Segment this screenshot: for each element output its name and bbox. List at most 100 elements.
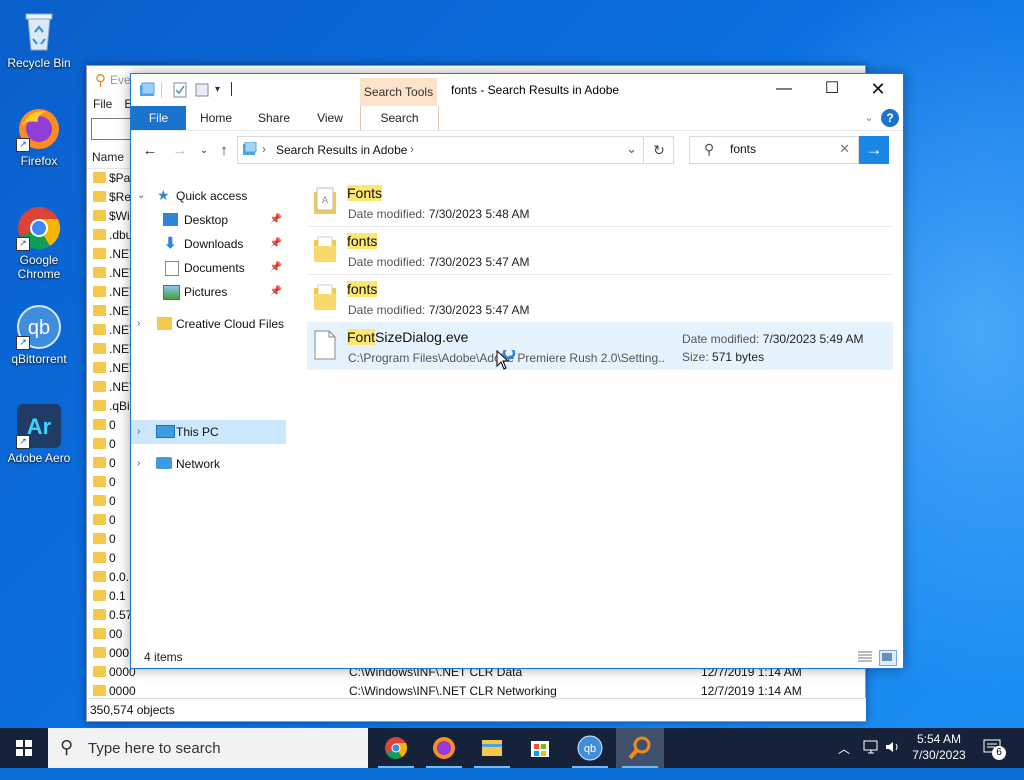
row-name: 0.1 [109,589,126,603]
refresh-button[interactable]: ↻ [645,136,674,164]
taskbar: ⚲ Type here to search qb ︿ 5:54 AM 7/30/… [0,728,1024,768]
network-tray-icon[interactable] [862,739,880,755]
clock-time: 5:54 AM [916,732,962,746]
desktop-icon-qbittorrent[interactable]: qb ↗ qBittorrent [1,304,77,366]
tab-home[interactable]: Home [193,106,239,130]
desktop-icon-recycle-bin[interactable]: Recycle Bin [1,8,77,70]
folder-icon [93,647,106,658]
maximize-button[interactable]: ☐ [809,74,855,104]
back-button[interactable]: ← [139,141,161,161]
nav-network[interactable]: › Network [131,452,286,476]
properties-icon[interactable] [173,82,187,98]
everything-search-input[interactable] [91,118,133,140]
nav-pictures[interactable]: Pictures 📌 [131,280,286,304]
arrow-right-icon: → [865,140,883,159]
result-date: Date modified: 7/30/2023 5:48 AM [348,207,530,221]
search-input[interactable] [728,141,832,157]
nav-creative-cloud-files[interactable]: › Creative Cloud Files [131,312,286,336]
file-icon [313,330,336,360]
shortcut-arrow-icon: ↗ [16,237,30,251]
start-button[interactable] [0,728,48,768]
result-item-selected[interactable]: FontSizeDialog.eve C:\Program Files\Adob… [307,322,893,370]
taskbar-everything[interactable] [616,728,664,768]
action-center-button[interactable]: 6 [982,738,1006,778]
volume-tray-icon[interactable] [884,739,902,779]
desktop-icon-firefox[interactable]: ↗ Firefox [1,106,77,168]
magnifier-icon [628,736,651,760]
folder-icon [93,552,106,563]
star-icon: ★ [157,187,170,203]
nav-desktop[interactable]: Desktop 📌 [131,208,286,232]
tab-file[interactable]: File [131,106,186,130]
show-hidden-icons-button[interactable]: ︿ [838,740,850,780]
nav-downloads[interactable]: ⬇ Downloads 📌 [131,232,286,256]
desktop-icon-adobe-aero[interactable]: Ar ↗ Adobe Aero [1,403,77,465]
taskbar-firefox[interactable] [420,728,468,768]
customize-qat-dropdown-icon[interactable]: ▾ [215,84,220,100]
taskbar-search-box[interactable]: ⚲ Type here to search [48,728,368,768]
nav-quick-access[interactable]: ⌄ ★ Quick access [131,184,286,208]
help-icon[interactable]: ? [881,109,899,127]
minimize-icon: — [776,80,792,97]
row-name: 0 [109,513,116,527]
computer-icon [156,425,175,438]
address-bar[interactable]: › Search Results in Adobe › ⌄ [237,136,644,164]
recent-locations-button[interactable]: ⌄ [193,141,215,161]
menu-file[interactable]: File [93,97,112,111]
windows-logo-icon [16,740,32,756]
row-name: 00 [109,627,123,641]
desktop-icon-google-chrome[interactable]: ↗ Google Chrome [1,205,77,281]
folder-icon [93,609,106,620]
breadcrumb-separator-icon: › [410,142,414,156]
breadcrumb-search-results[interactable]: Search Results in Adobe [276,143,407,157]
taskbar-qbittorrent[interactable]: qb [566,728,614,768]
chevron-down-icon: ⌄ [199,145,209,156]
large-icons-view-icon[interactable] [879,650,897,666]
nav-documents[interactable]: Documents 📌 [131,256,286,280]
row-name: .dbu [109,228,133,242]
titlebar: ▾ Search Tools fonts - Search Results in… [131,74,903,106]
close-button[interactable]: ✕ [855,74,901,104]
search-go-button[interactable]: → [859,136,889,164]
desktop-icon-label: Firefox [20,154,58,168]
tab-view[interactable]: View [309,106,351,130]
folder-icon [93,438,106,449]
pin-icon[interactable]: 📌 [270,232,282,256]
item-count: 4 items [144,650,183,664]
minimize-button[interactable]: — [761,74,807,104]
search-box[interactable]: ⚲ ✕ [689,136,859,164]
chrome-icon [385,737,408,759]
pin-icon[interactable]: 📌 [270,280,282,304]
taskbar-clock[interactable]: 5:54 AM 7/30/2023 [904,731,974,763]
new-folder-icon[interactable] [195,82,209,98]
firefox-icon [433,737,455,759]
taskbar-microsoft-store[interactable] [516,728,564,768]
taskbar-file-explorer[interactable] [468,728,516,768]
result-item[interactable]: A Fonts Date modified: 7/30/2023 5:48 AM [307,178,893,227]
pin-icon[interactable]: 📌 [270,208,282,232]
expand-ribbon-icon[interactable]: ⌄ [859,106,879,130]
details-view-icon[interactable] [857,650,873,664]
pictures-icon [163,285,180,300]
taskbar-chrome[interactable] [372,728,420,768]
document-icon [165,261,179,276]
tab-search[interactable]: Search [360,106,439,130]
tab-share[interactable]: Share [251,106,297,130]
row-name: 0 [109,494,116,508]
clear-search-icon[interactable]: ✕ [839,141,850,157]
folder-icon [313,282,336,312]
folder-icon [93,400,106,411]
result-item[interactable]: fonts Date modified: 7/30/2023 5:47 AM [307,226,893,275]
arrow-up-icon: ↑ [220,142,228,159]
forward-button[interactable]: → [169,141,191,161]
folder-icon [93,210,106,221]
pin-icon[interactable]: 📌 [270,256,282,280]
up-button[interactable]: ↑ [213,141,235,161]
file-explorer-icon [482,740,502,756]
nav-this-pc[interactable]: › This PC [131,420,286,444]
folder-icon [93,362,106,373]
folder-icon [93,628,106,639]
address-dropdown-icon[interactable]: ⌄ [626,141,637,157]
store-icon [531,741,549,757]
result-item[interactable]: fonts Date modified: 7/30/2023 5:47 AM [307,274,893,323]
